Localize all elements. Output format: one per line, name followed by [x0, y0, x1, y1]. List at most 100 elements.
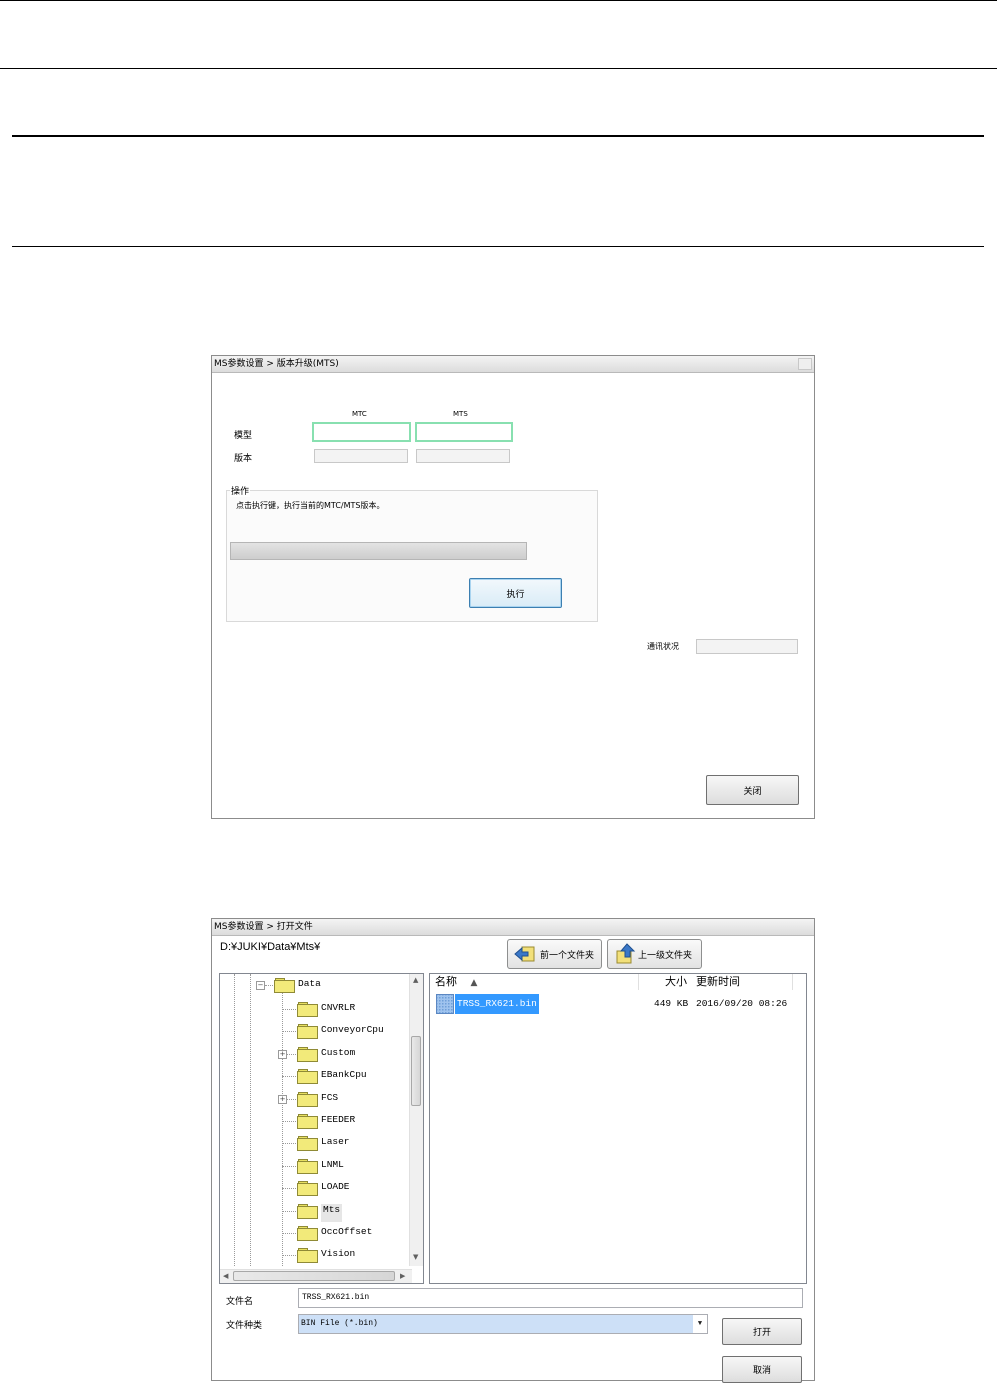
folder-icon [297, 1069, 318, 1085]
tree-item-feeder[interactable]: FEEDER [220, 1112, 410, 1130]
tree-item-conveyorcpu[interactable]: ConveyorCpu [220, 1022, 410, 1040]
collapse-icon[interactable]: − [256, 981, 265, 990]
folder-icon [297, 1136, 318, 1152]
back-folder-label: 前一个文件夹 [540, 950, 595, 961]
folder-icon [297, 1002, 318, 1017]
tree-item-fcs[interactable]: + FCS [220, 1090, 410, 1108]
folder-icon [297, 1091, 318, 1107]
tree-item-vision[interactable]: Vision [220, 1246, 410, 1264]
section-rule-bottom [12, 246, 984, 247]
column-header-size[interactable]: 大小 [665, 974, 687, 990]
tree-branch-line [282, 1233, 296, 1234]
scroll-up-icon[interactable]: ▲ [413, 976, 418, 984]
current-path: D:¥JUKI¥Data¥Mts¥ [220, 941, 321, 953]
mtc-version-field [314, 449, 408, 463]
scroll-left-icon[interactable]: ◀ [223, 1272, 228, 1280]
comm-status-label: 通讯状况 [647, 642, 679, 651]
file-list[interactable]: 名称 ▲ 大小 更新时间 TRSS_RX621.bin 449 KB 2016/… [429, 973, 807, 1284]
file-date: 2016/09/20 08:26 [696, 998, 788, 1009]
tree-item-label: OccOffset [321, 1226, 373, 1237]
scroll-right-icon[interactable]: ▶ [400, 1272, 405, 1280]
column-header-date[interactable]: 更新时间 [696, 974, 740, 990]
tree-item-label: ConveyorCpu [321, 1024, 384, 1036]
column-header-name[interactable]: 名称 ▲ [435, 974, 477, 990]
section-rule-top [12, 135, 984, 137]
tree-branch-line [282, 1143, 296, 1145]
scroll-thumb[interactable] [411, 1036, 421, 1106]
filename-label: 文件名 [226, 1297, 254, 1307]
tree-item-label: Laser [321, 1136, 350, 1148]
folder-icon [297, 1203, 318, 1219]
row-label-version: 版本 [234, 454, 253, 464]
file-icon [436, 994, 454, 1014]
filetype-label: 文件种类 [226, 1321, 263, 1331]
filetype-select[interactable]: BIN File (*.bin) ▼ [298, 1314, 708, 1334]
tree-branch-line [282, 1121, 296, 1122]
dialog-body: MTC MTS 模型 版本 操作 点击执行键，执行当前的MTC/MTS版本。 执… [212, 373, 814, 818]
tree-branch-line [282, 1009, 296, 1010]
tree-item-label: CNVRLR [321, 1002, 356, 1013]
up-folder-button[interactable]: 上一级文件夹 [607, 939, 702, 969]
tree-item-label: FCS [321, 1091, 339, 1103]
tree-item-lnml[interactable]: LNML [220, 1157, 410, 1175]
open-button[interactable]: 打开 [722, 1318, 802, 1345]
tree-item-cnvrlr[interactable]: CNVRLR [220, 1000, 410, 1018]
back-arrow-icon [514, 946, 535, 962]
tree-branch-line [282, 1210, 296, 1212]
column-header-name-label: 名称 [435, 975, 457, 988]
close-button[interactable]: 关闭 [706, 775, 799, 805]
tree-item-mts[interactable]: Mts [220, 1202, 410, 1222]
mts-model-field[interactable] [415, 422, 513, 442]
execute-button[interactable]: 执行 [469, 578, 562, 608]
open-file-dialog: MS参数设置 > 打开文件 D:¥JUKI¥Data¥Mts¥ 前一个文件夹 上… [211, 918, 815, 1383]
operation-instruction: 点击执行键，执行当前的MTC/MTS版本。 [236, 501, 385, 510]
row-label-model: 模型 [234, 431, 253, 441]
tree-branch-line [265, 985, 273, 986]
folder-tree[interactable]: − Data CNVRLR ConveyorCpu + Custom EBankCpu +… [219, 973, 424, 1284]
page-header-rule-bottom [0, 68, 997, 69]
tree-item-occoffset[interactable]: OccOffset [220, 1224, 410, 1242]
folder-icon [274, 978, 295, 993]
folder-icon [297, 1046, 318, 1062]
folder-icon [297, 1024, 318, 1040]
tree-horizontal-scrollbar[interactable]: ◀ ▶ [220, 1269, 412, 1283]
tree-item-data[interactable]: Data [298, 978, 321, 996]
tree-branch-line [282, 1255, 296, 1257]
header-divider [638, 974, 639, 990]
back-folder-button[interactable]: 前一个文件夹 [507, 939, 602, 969]
dropdown-arrow-icon[interactable]: ▼ [693, 1315, 707, 1333]
up-folder-label: 上一级文件夹 [638, 950, 693, 961]
tree-item-custom[interactable]: + Custom [220, 1045, 410, 1063]
tree-item-laser[interactable]: Laser [220, 1134, 410, 1152]
folder-icon [297, 1114, 318, 1129]
filetype-selected-value: BIN File (*.bin) [301, 1319, 378, 1328]
tree-item-label: LNML [321, 1158, 344, 1170]
tree-vertical-scrollbar[interactable]: ▲ ▼ [409, 974, 423, 1266]
expand-icon[interactable]: + [278, 1094, 287, 1104]
mtc-model-field[interactable] [312, 422, 411, 442]
tree-branch-line [282, 1076, 296, 1078]
scroll-thumb[interactable] [233, 1271, 395, 1281]
dialog-body: D:¥JUKI¥Data¥Mts¥ 前一个文件夹 上一级文件夹 − Data C… [212, 936, 814, 1383]
file-name: TRSS_RX621.bin [455, 994, 539, 1014]
tree-item-label: EBankCpu [321, 1069, 367, 1081]
tree-item-label: Custom [321, 1046, 356, 1058]
table-row[interactable]: TRSS_RX621.bin 449 KB 2016/09/20 08:26 [434, 994, 804, 1014]
column-header-mts: MTS [453, 410, 468, 418]
version-upgrade-dialog: MS参数设置 > 版本升级(MTS) MTC MTS 模型 版本 操作 点击执行… [211, 355, 815, 819]
mts-version-field [416, 449, 510, 463]
expand-icon[interactable]: + [278, 1049, 287, 1059]
tree-item-ebankcpu[interactable]: EBankCpu [220, 1067, 410, 1085]
folder-icon [297, 1181, 318, 1197]
column-header-mtc: MTC [352, 410, 367, 418]
comm-status-field [696, 639, 798, 654]
upgrade-progress-bar [230, 542, 527, 560]
tree-item-loade[interactable]: LOADE [220, 1179, 410, 1197]
page-header-rule-top [0, 0, 997, 1]
folder-icon [297, 1226, 318, 1241]
dialog-title: MS参数设置 > 版本升级(MTS) [214, 359, 339, 369]
filename-input[interactable]: TRSS_RX621.bin [298, 1288, 803, 1308]
window-grip-icon [798, 358, 812, 370]
scroll-down-icon[interactable]: ▼ [413, 1253, 418, 1261]
tree-item-label: Vision [321, 1248, 356, 1260]
